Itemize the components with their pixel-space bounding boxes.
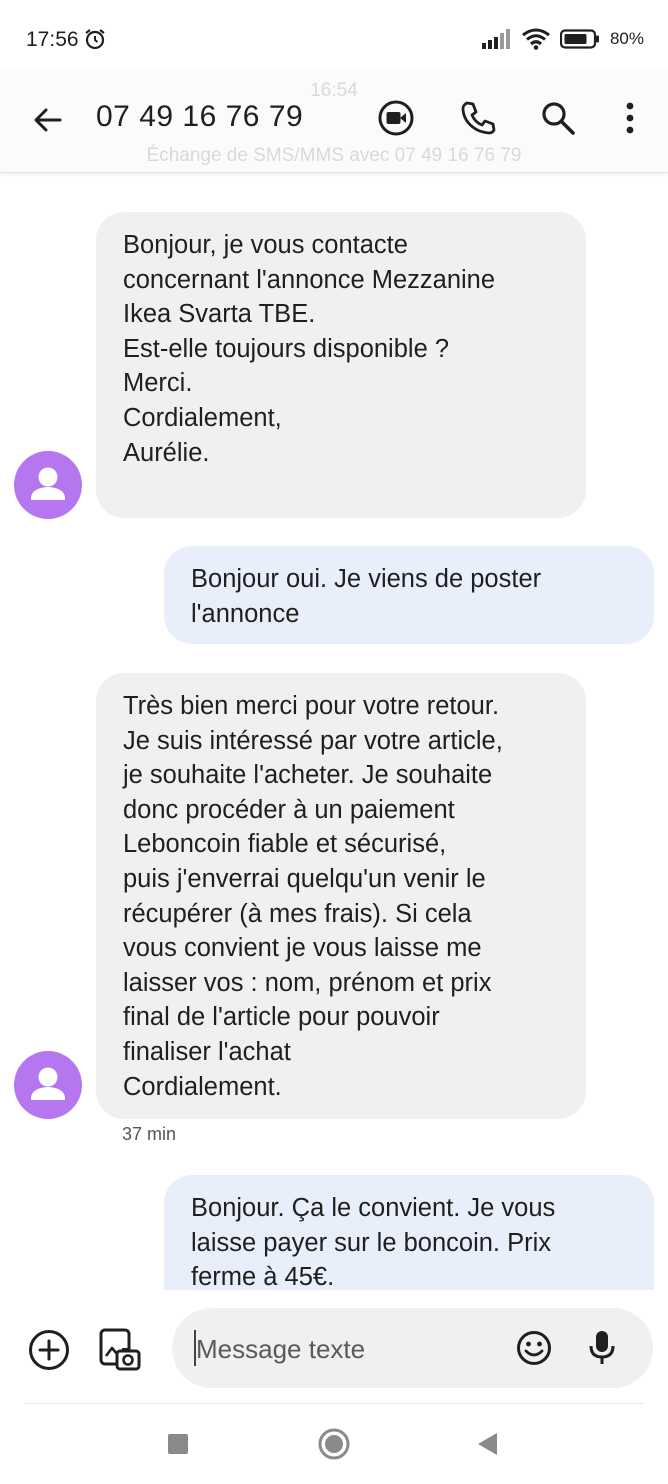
divider (24, 1403, 644, 1404)
ghost-subtitle-text: Échange de SMS/MMS avec 07 49 16 76 79 (146, 145, 522, 166)
video-call-icon (378, 100, 414, 136)
message-text: Bonjour. Ça le convient. Je vous laisse … (191, 1191, 636, 1290)
voice-input-button[interactable] (578, 1324, 626, 1372)
message-line: récupérer (à mes frais). Si cela (123, 899, 472, 928)
message-bubble-outgoing[interactable]: Bonjour. Ça le convient. Je vous laisse … (164, 1175, 654, 1290)
message-line: Merci. (123, 369, 193, 398)
message-text: Très bien merci pour votre retour. Je su… (123, 689, 568, 1104)
avatar[interactable] (14, 451, 82, 519)
arrow-left-icon (34, 108, 62, 132)
message-line: Très bien merci pour votre retour. (123, 692, 500, 720)
message-line: laisse payer sur le boncoin. Prix (191, 1228, 552, 1257)
app-bar: 16:54 Échange de SMS/MMS avec 07 49 16 7… (0, 70, 668, 173)
navigation-bar (0, 1405, 668, 1484)
message-line: Bonjour oui. Je viens de poster (191, 565, 542, 593)
phone-icon (461, 101, 496, 135)
person-icon (31, 1067, 65, 1100)
gallery-icon (99, 1328, 141, 1371)
message-line: Bonjour. Ça le convient. Je vous (191, 1194, 556, 1222)
recents-icon[interactable] (166, 1432, 190, 1456)
message-line: Aurélie. (123, 438, 210, 467)
back-button[interactable] (26, 98, 70, 142)
search-icon (542, 102, 575, 135)
message-bubble-incoming[interactable]: Bonjour, je vous contacte concernant l'a… (96, 212, 586, 518)
message-line: donc procéder à un paiement (123, 795, 455, 824)
alarm-icon (85, 29, 105, 50)
message-text: Bonjour oui. Je viens de poster l'annonc… (191, 562, 636, 631)
battery-icon (559, 29, 599, 49)
more-options-button[interactable] (608, 96, 652, 140)
add-attachment-button[interactable] (25, 1326, 73, 1374)
person-icon (31, 467, 65, 500)
message-line: concernant l'annonce Mezzanine (123, 265, 496, 294)
more-vert-icon (626, 102, 634, 134)
gallery-button[interactable] (96, 1326, 144, 1374)
message-line: finaliser l'achat (123, 1037, 291, 1066)
emoji-button[interactable] (510, 1324, 558, 1372)
message-text: Bonjour, je vous contacte concernant l'a… (123, 228, 568, 470)
message-bubble-incoming[interactable]: Très bien merci pour votre retour. Je su… (96, 673, 586, 1119)
message-line: Ikea Svarta TBE. (123, 300, 316, 329)
add-circle-icon (29, 1330, 69, 1370)
contact-title[interactable]: 07 49 16 76 79 (96, 100, 303, 134)
message-line: l'annonce (191, 599, 300, 628)
message-timestamp: 37 min (122, 1124, 177, 1144)
message-line: final de l'article pour pouvoir (123, 1003, 440, 1032)
status-bar: 17:56 80% (0, 0, 668, 80)
message-line: Je suis intéressé par votre article, (123, 726, 503, 755)
message-line: Est-elle toujours disponible ? (123, 334, 450, 363)
home-icon[interactable] (317, 1427, 351, 1461)
battery-level: 80% (609, 29, 644, 48)
avatar[interactable] (14, 1051, 82, 1119)
emoji-icon (517, 1331, 551, 1365)
message-line: vous convient je vous laisse me (123, 934, 482, 963)
message-line: laisser vos : nom, prénom et prix (123, 968, 492, 997)
search-button[interactable] (536, 96, 580, 140)
message-bubble-outgoing[interactable]: Bonjour oui. Je viens de poster l'annonc… (164, 546, 654, 644)
message-input[interactable]: Message texte (172, 1308, 653, 1388)
conversation[interactable]: Bonjour, je vous contacte concernant l'a… (0, 172, 668, 1290)
message-line: Leboncoin fiable et sécurisé, (123, 830, 447, 859)
status-time: 17:56 (26, 28, 79, 51)
message-line: ferme à 45€. (191, 1263, 335, 1290)
back-nav-icon[interactable] (475, 1431, 501, 1457)
signal-icon (481, 29, 510, 49)
message-line: puis j'enverrai quelqu'un venir le (123, 864, 486, 893)
wifi-icon (522, 28, 550, 50)
message-line: je souhaite l'acheter. Je souhaite (123, 761, 493, 790)
message-line: Bonjour, je vous contacte (123, 231, 408, 259)
mic-icon (589, 1331, 615, 1364)
message-line: Cordialement, (123, 403, 282, 432)
message-placeholder: Message texte (196, 1334, 366, 1364)
call-button[interactable] (455, 96, 499, 140)
video-call-button[interactable] (374, 96, 418, 140)
composer: Message texte (0, 1290, 668, 1410)
message-line: Cordialement. (123, 1072, 282, 1101)
